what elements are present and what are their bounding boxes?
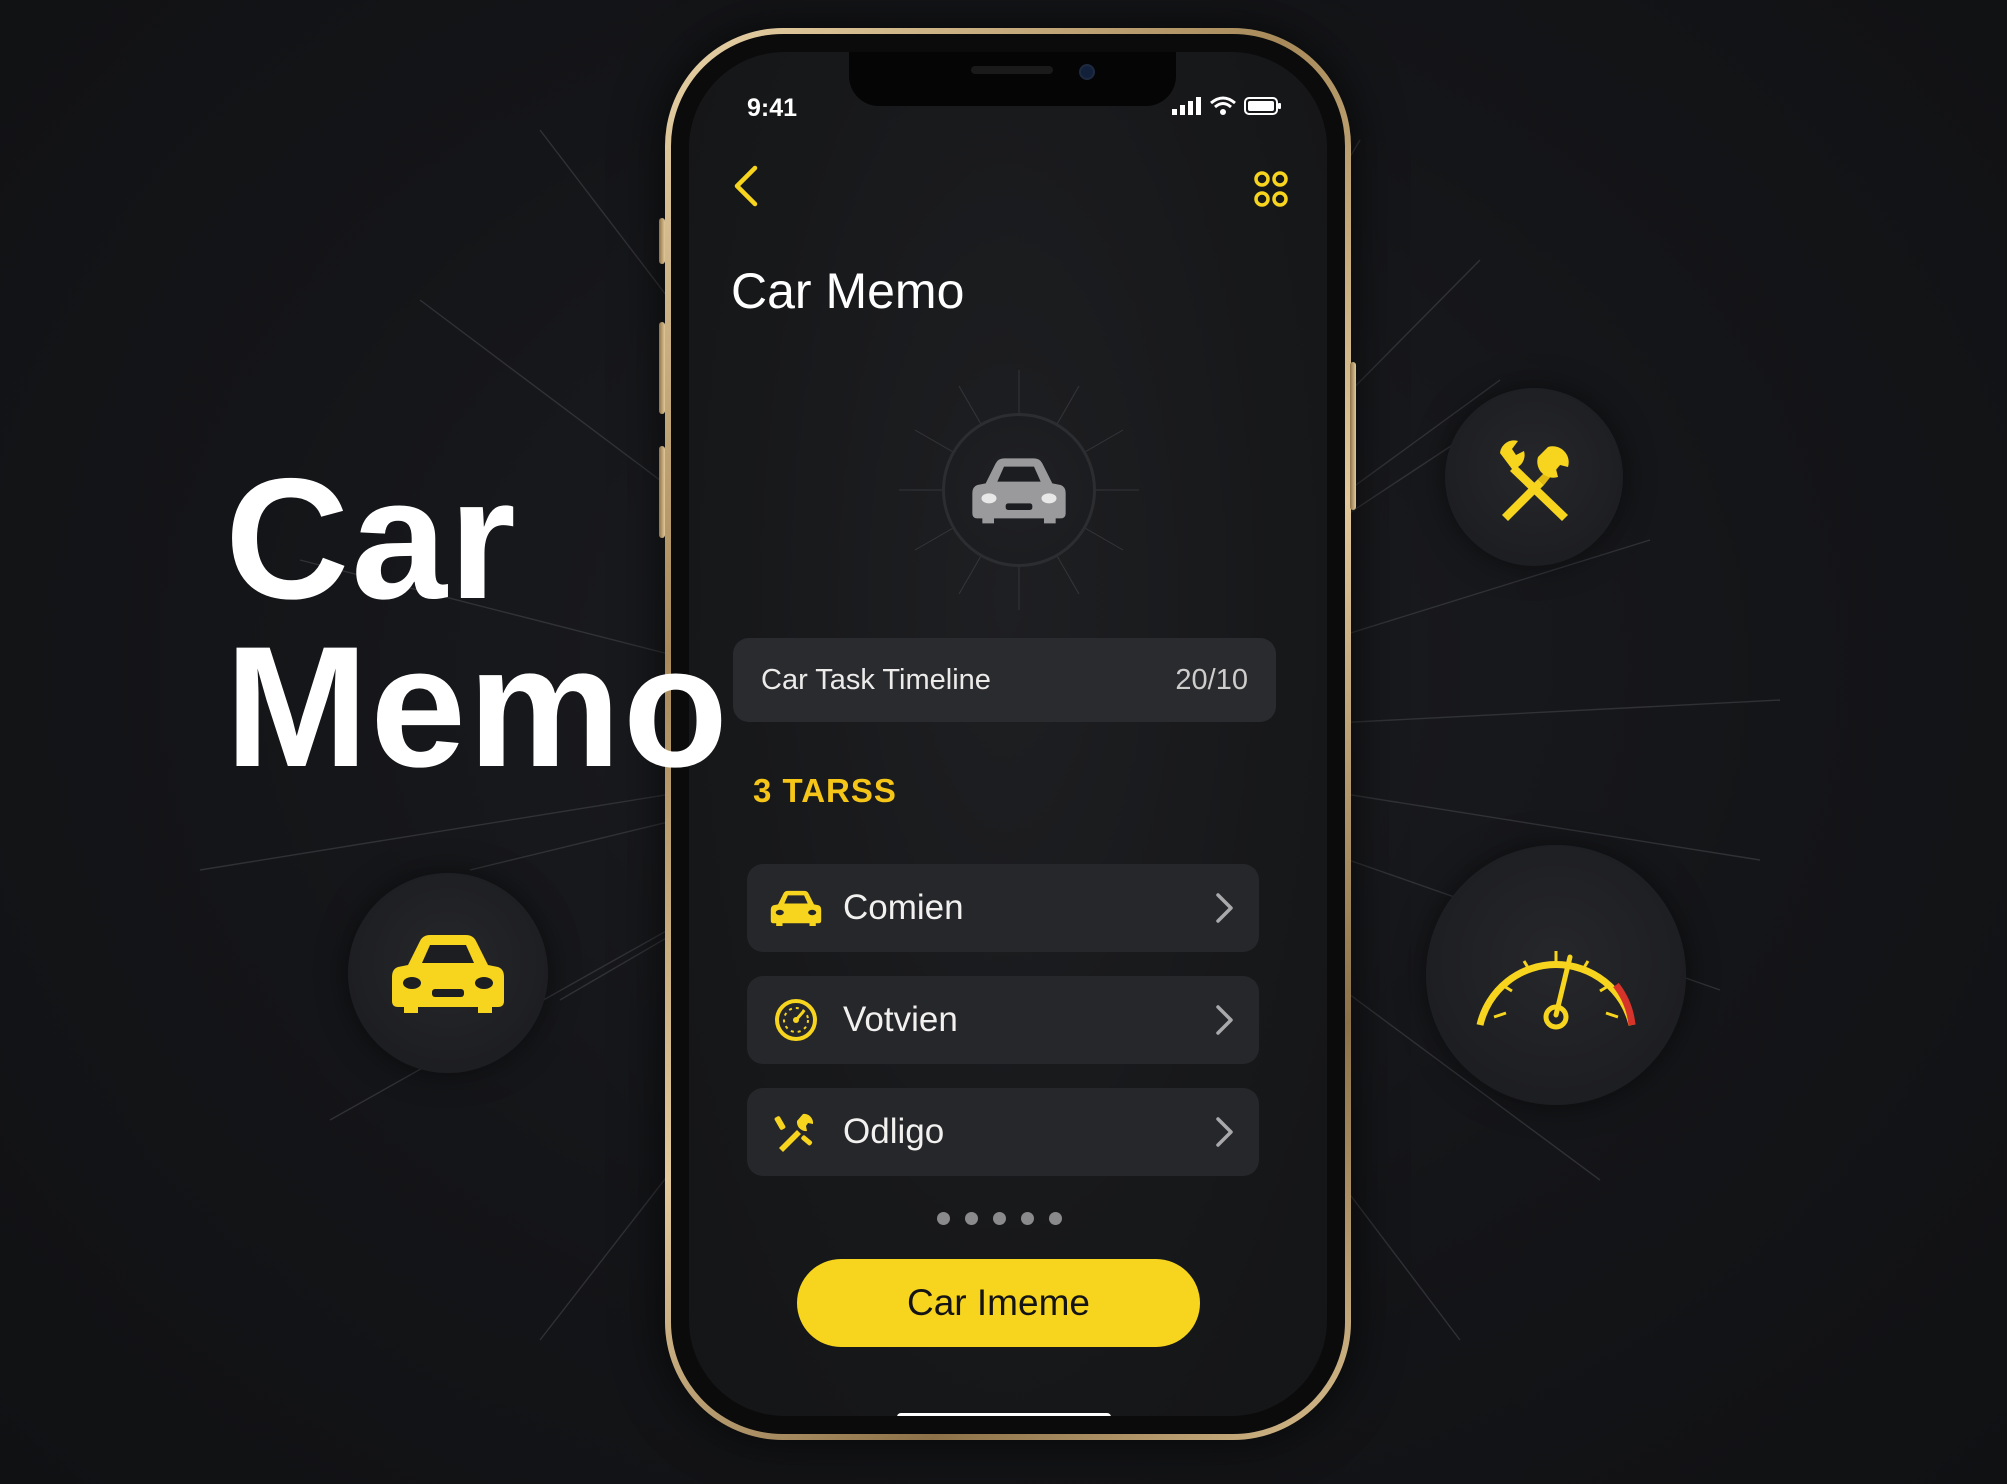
pagination-dot[interactable] <box>965 1212 978 1225</box>
status-time: 9:41 <box>747 94 798 122</box>
task-item[interactable]: Comien <box>747 864 1259 952</box>
primary-cta-button[interactable]: Car Imeme <box>797 1259 1200 1347</box>
task-timeline-bar[interactable]: Car Task Timeline 20/10 <box>733 638 1276 722</box>
options-icon[interactable] <box>1251 167 1291 211</box>
car-icon <box>392 935 504 1013</box>
chevron-right-icon <box>1216 1117 1233 1147</box>
timeline-count: 20/10 <box>1175 663 1248 696</box>
pagination-dot[interactable] <box>1021 1212 1034 1225</box>
hero-title: Car Memo <box>225 443 730 803</box>
phone-frame: 9:41 Car Memo Car Task Timeline 20/10 3 … <box>665 28 1351 1440</box>
app-stage: 9:41 Car Memo Car Task Timeline 20/10 3 … <box>0 0 2007 1484</box>
chevron-right-icon <box>1216 893 1233 923</box>
status-icons <box>1172 96 1282 116</box>
home-indicator[interactable] <box>897 1413 1111 1416</box>
hero-title-line2: Memo <box>225 611 730 803</box>
pagination-dot[interactable] <box>937 1212 950 1225</box>
tools-feature-circle <box>1445 388 1623 566</box>
hero-title-line1: Car <box>225 443 518 635</box>
task-label: Comien <box>843 888 964 927</box>
speedometer-icon <box>1476 951 1636 1030</box>
gauge-icon <box>775 999 817 1041</box>
speedometer-feature-circle <box>1426 845 1686 1105</box>
car-feature-circle <box>348 873 548 1073</box>
pagination-dot[interactable] <box>1049 1212 1062 1225</box>
phone-side-button <box>659 322 665 414</box>
tools-icon <box>774 1113 814 1152</box>
car-icon <box>770 890 822 926</box>
battery-icon <box>1244 97 1281 115</box>
hero-car-circle <box>942 413 1096 567</box>
screen-title: Car Memo <box>731 263 965 319</box>
car-icon <box>972 458 1066 524</box>
app-screen: 9:41 Car Memo Car Task Timeline 20/10 3 … <box>689 52 1327 1416</box>
signal-icon <box>1172 97 1201 115</box>
task-label: Votvien <box>843 1000 958 1039</box>
task-item[interactable]: Votvien <box>747 976 1259 1064</box>
tasks-section-label: 3 TARSS <box>753 772 897 809</box>
wrench-screwdriver-icon <box>1500 440 1569 521</box>
timeline-label: Car Task Timeline <box>761 663 991 696</box>
task-item[interactable]: Odligo <box>747 1088 1259 1176</box>
back-chevron-icon[interactable] <box>725 162 765 210</box>
pagination-dot[interactable] <box>993 1212 1006 1225</box>
task-label: Odligo <box>843 1112 945 1151</box>
notch <box>849 52 1176 106</box>
phone-side-button <box>659 218 665 264</box>
chevron-right-icon <box>1216 1005 1233 1035</box>
hero-car <box>899 370 1139 610</box>
phone-side-button <box>1350 362 1356 510</box>
pagination-dots <box>937 1212 1062 1225</box>
wifi-icon <box>1210 96 1236 115</box>
